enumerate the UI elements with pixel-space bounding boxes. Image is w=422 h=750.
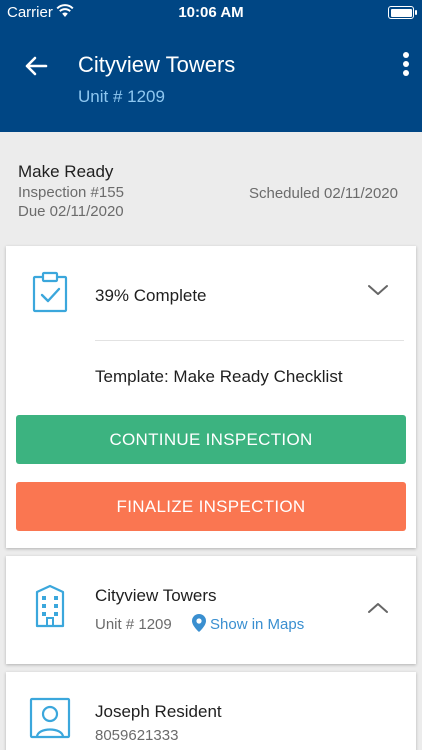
page-title: Cityview Towers xyxy=(78,52,236,77)
show-in-maps-link[interactable]: Show in Maps xyxy=(192,614,304,633)
building-icon xyxy=(35,584,65,628)
more-vertical-icon[interactable] xyxy=(396,52,416,80)
person-badge-icon xyxy=(29,697,71,739)
show-in-maps-label: Show in Maps xyxy=(210,616,305,633)
card-divider xyxy=(95,340,404,341)
progress-label: 39% Complete xyxy=(95,286,207,305)
scheduled-date: Scheduled 02/11/2020 xyxy=(248,185,398,202)
chevron-up-icon[interactable] xyxy=(367,601,389,615)
chevron-down-icon[interactable] xyxy=(367,283,389,297)
page-subtitle: Unit # 1209 xyxy=(78,87,165,106)
resident-card: Joseph Resident 8059621333 xyxy=(6,672,416,750)
app-header: Carrier 10:06 AM Cityview Towers Unit # … xyxy=(0,0,422,132)
continue-inspection-button[interactable]: CONTINUE INSPECTION xyxy=(16,415,406,464)
status-time: 10:06 AM xyxy=(178,4,244,21)
inspection-card: 39% Complete Template: Make Ready Checkl… xyxy=(6,246,416,548)
inspection-type: Make Ready xyxy=(18,162,114,181)
back-arrow-icon[interactable] xyxy=(20,50,52,82)
resident-name: Joseph Resident xyxy=(95,702,222,721)
resident-phone[interactable]: 8059621333 xyxy=(95,727,178,744)
property-card: Cityview Towers Unit # 1209 Show in Maps xyxy=(6,556,416,664)
property-name: Cityview Towers xyxy=(95,586,217,605)
due-date: Due 02/11/2020 xyxy=(18,203,124,220)
finalize-inspection-button[interactable]: FINALIZE INSPECTION xyxy=(16,482,406,531)
map-pin-icon xyxy=(192,614,206,632)
clipboard-check-icon xyxy=(32,271,68,313)
inspection-summary: Make Ready Inspection #155 Due 02/11/202… xyxy=(18,162,406,220)
template-label: Template: Make Ready Checklist xyxy=(95,367,343,386)
battery-icon xyxy=(388,6,417,19)
status-bar: Carrier 10:06 AM xyxy=(0,0,422,26)
property-unit: Unit # 1209 xyxy=(95,616,172,633)
